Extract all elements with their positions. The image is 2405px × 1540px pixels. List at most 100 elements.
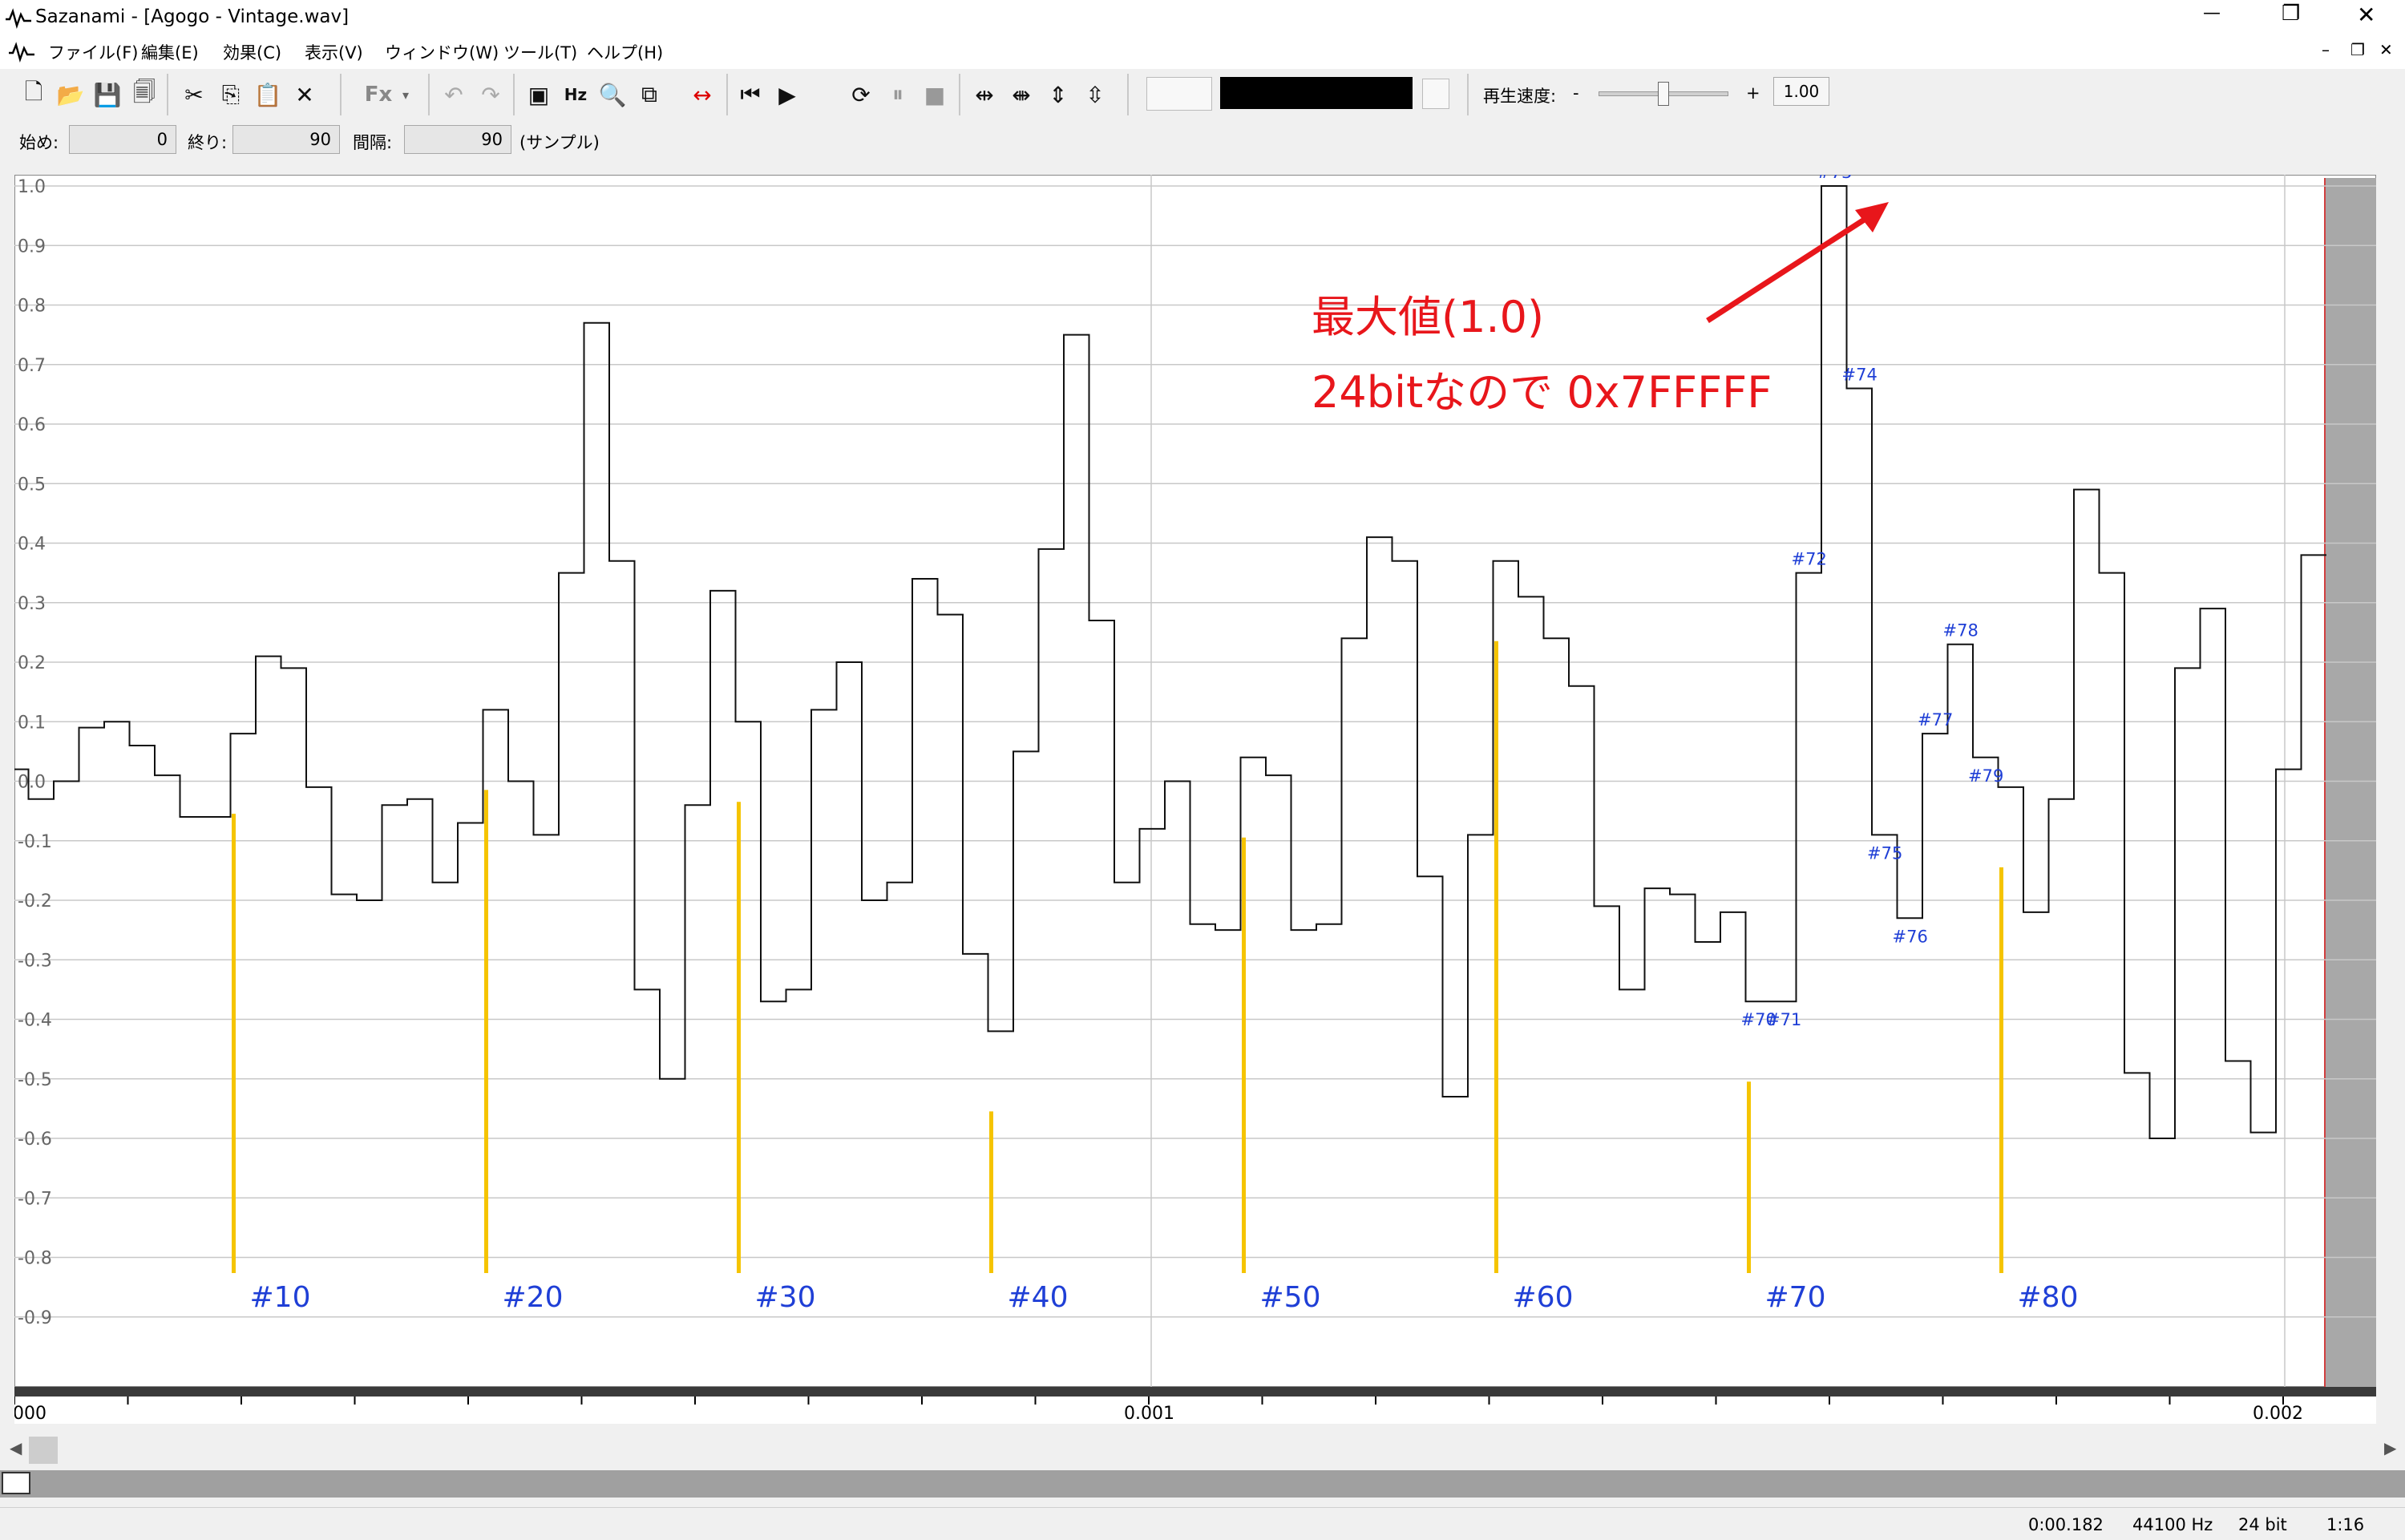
window-icon[interactable]: ▣ — [523, 77, 555, 112]
pause-icon[interactable]: ⏸ — [882, 77, 914, 112]
play-icon[interactable]: ▶ — [771, 77, 803, 112]
marker-label: #60 — [1513, 1281, 1574, 1314]
speed-value-field[interactable]: 1.00 — [1773, 77, 1829, 106]
redo-icon[interactable]: ↷ — [475, 77, 507, 112]
mdi-minimize-button[interactable]: – — [2322, 40, 2330, 59]
time-ruler[interactable]: 000 0.001 0.002 — [14, 1387, 2376, 1424]
level-meter-left — [1146, 77, 1212, 111]
y-tick-label: -0.6 — [18, 1130, 52, 1150]
menu-help[interactable]: ヘルプ(H) — [587, 40, 663, 64]
marker-label: #20 — [503, 1281, 564, 1314]
sample-label: #78 — [1943, 621, 1979, 641]
restore-button[interactable]: ❐ — [2282, 2, 2300, 26]
loop-play-icon[interactable]: ⟳ — [845, 77, 877, 112]
status-zoom: 1:16 — [2326, 1515, 2365, 1534]
y-tick-label: 0.6 — [18, 415, 46, 435]
save-icon[interactable]: 💾 — [91, 77, 123, 112]
level-meter-display — [1220, 77, 1413, 109]
speed-slider[interactable] — [1595, 80, 1732, 109]
y-tick-label: 0.5 — [18, 475, 46, 495]
zoom-in-vertical-icon[interactable]: ⇕ — [1042, 77, 1074, 112]
speed-minus-label: - — [1573, 83, 1579, 103]
y-tick-label: -0.2 — [18, 891, 52, 911]
annotation-line-2: 24bitなので 0x7FFFFF — [1312, 367, 1772, 418]
menu-view[interactable]: 表示(V) — [305, 40, 363, 64]
fx-dropdown-icon[interactable]: ▾ — [396, 77, 415, 112]
y-tick-label: -0.7 — [18, 1189, 52, 1209]
app-logo-icon — [5, 8, 32, 29]
copy-icon[interactable]: ⎘ — [215, 77, 247, 112]
y-tick-label: 0.9 — [18, 236, 46, 257]
interval-label: 間隔: — [353, 133, 393, 152]
paste-icon[interactable]: 📋 — [252, 77, 284, 112]
horizontal-scrollbar[interactable]: ◀ ▶ — [0, 1430, 2405, 1470]
zoom-out-vertical-icon[interactable]: ⇳ — [1079, 77, 1111, 112]
doc-logo-icon — [8, 42, 35, 63]
ruler-scale — [14, 1397, 2376, 1424]
interval-field[interactable]: 90 — [404, 125, 511, 154]
status-time: 0:00.182 — [2028, 1515, 2104, 1534]
y-tick-label: 0.1 — [18, 713, 46, 733]
mdi-close-button[interactable]: ✕ — [2379, 40, 2393, 59]
close-button[interactable]: ✕ — [2357, 2, 2375, 28]
new-file-icon[interactable]: 🗋 — [18, 77, 50, 112]
undo-icon[interactable]: ↶ — [438, 77, 470, 112]
y-tick-label: -0.8 — [18, 1249, 52, 1269]
playback-speed-label: 再生速度: — [1483, 87, 1557, 106]
end-field[interactable]: 90 — [232, 125, 340, 154]
marker-label: #40 — [1008, 1281, 1069, 1314]
y-tick-label: 0.2 — [18, 653, 46, 673]
unit-label: (サンプル) — [519, 133, 600, 152]
ruler-label-end: 0.002 — [2253, 1404, 2303, 1424]
mdi-restore-button[interactable]: ❐ — [2350, 40, 2365, 59]
toolbar-separator — [340, 74, 342, 115]
zoom-icon[interactable]: 🔍 — [596, 77, 629, 112]
save-all-icon[interactable]: 🗐 — [128, 77, 160, 112]
scroll-left-icon[interactable]: ◀ — [10, 1438, 22, 1457]
sample-label: #79 — [1968, 766, 2003, 786]
scroll-right-icon[interactable]: ▶ — [2384, 1438, 2396, 1457]
scroll-thumb[interactable] — [29, 1437, 58, 1464]
open-folder-icon[interactable]: 📂 — [55, 77, 87, 112]
menu-window[interactable]: ウィンドウ(W) — [385, 40, 499, 64]
menu-edit[interactable]: 編集(E) — [141, 40, 199, 64]
y-tick-label: 0.0 — [18, 773, 46, 793]
zoom-out-horizontal-icon[interactable]: ⇹ — [968, 77, 1000, 112]
menu-tools[interactable]: ツール(T) — [503, 40, 577, 64]
y-tick-label: 1.0 — [18, 177, 46, 197]
cut-icon[interactable]: ✂ — [178, 77, 210, 112]
status-bit-depth: 24 bit — [2238, 1515, 2287, 1534]
hz-ch-icon[interactable]: Hz — [560, 77, 592, 112]
overview-strip[interactable] — [0, 1470, 2405, 1498]
end-label: 終り: — [188, 133, 228, 152]
marker-label: #30 — [755, 1281, 816, 1314]
stop-icon[interactable]: ■ — [919, 77, 951, 112]
y-tick-label: 0.3 — [18, 594, 46, 614]
toolbar-separator — [513, 74, 515, 115]
select-range-icon[interactable]: ↔ — [686, 77, 718, 112]
sample-label: #74 — [1842, 365, 1878, 384]
y-tick-label: -0.1 — [18, 832, 52, 852]
title-bar: Sazanami - [Agogo - Vintage.wav] — ❐ ✕ — [0, 0, 2405, 37]
select-dropdown-icon[interactable]: ⧉ — [633, 77, 665, 112]
y-tick-label: 0.4 — [18, 535, 46, 555]
menu-file[interactable]: ファイル(F) — [48, 40, 138, 64]
y-tick-label: -0.5 — [18, 1070, 52, 1090]
sample-label: #72 — [1792, 550, 1827, 569]
toolbar-separator — [428, 74, 430, 115]
menu-effects[interactable]: 効果(C) — [223, 40, 281, 64]
delete-icon[interactable]: ✕ — [289, 77, 321, 112]
start-field[interactable]: 0 — [69, 125, 176, 154]
zoom-in-horizontal-icon[interactable]: ⇼ — [1005, 77, 1037, 112]
sample-label: #75 — [1867, 843, 1902, 863]
toolbar-separator — [1127, 74, 1129, 115]
y-tick-label: 0.8 — [18, 297, 46, 317]
overview-viewport[interactable] — [2, 1472, 30, 1494]
minimize-button[interactable]: — — [2203, 3, 2221, 23]
speed-slider-thumb[interactable] — [1658, 82, 1669, 106]
toolbar-separator — [167, 74, 168, 115]
waveform-view[interactable]: 1.0 0.9 0.8 0.7 0.6 0.5 0.4 0.3 0.2 0.1 0.0 -0.1 -0.… — [14, 175, 2376, 1387]
play-from-start-icon[interactable]: ⏮ — [734, 77, 766, 112]
marker-label: #10 — [250, 1281, 311, 1314]
fx-icon[interactable]: Fx — [362, 77, 394, 112]
